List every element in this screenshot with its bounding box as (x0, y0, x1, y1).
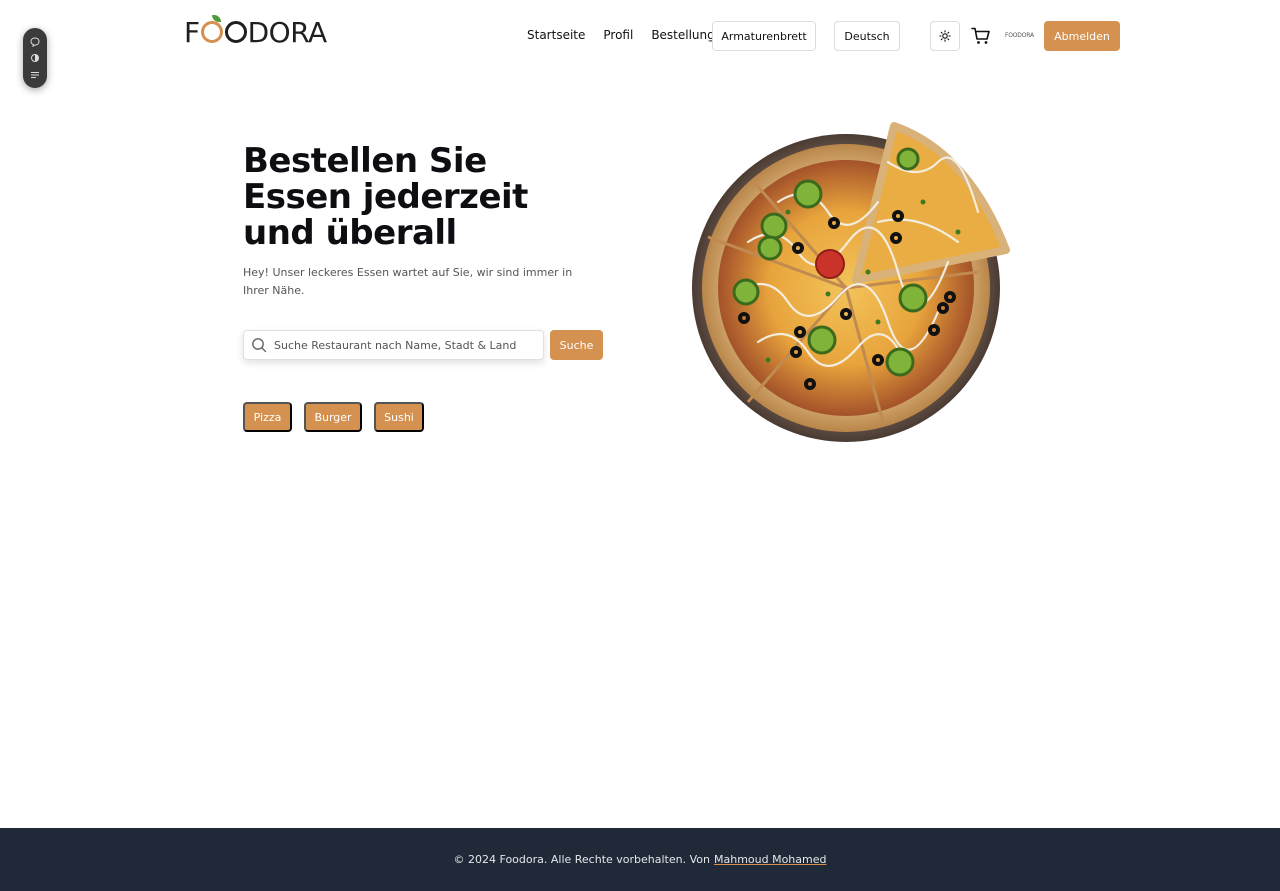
dashboard-button[interactable]: Armaturenbrett (712, 21, 816, 51)
category-sushi-button[interactable]: Sushi (374, 402, 424, 432)
language-button[interactable]: Deutsch (834, 21, 900, 51)
footer-copyright: © 2024 Foodora. Alle Rechte vorbehalten.… (453, 853, 710, 866)
logo-text: F DORA (184, 15, 328, 49)
logo-letter: F (184, 15, 200, 49)
hero-subtitle: Hey! Unser leckeres Essen wartet auf Sie… (243, 266, 573, 297)
logout-button[interactable]: Abmelden (1044, 21, 1120, 51)
cart-icon[interactable] (971, 27, 991, 45)
nav-item-profile[interactable]: Profil (603, 28, 633, 42)
hero-title: Bestellen Sie Essen jederzeit und überal… (243, 141, 528, 253)
logo-orange-ring (200, 15, 223, 43)
search-icon (244, 330, 274, 360)
avatar[interactable]: FOODORA (1005, 32, 1034, 39)
theme-toggle-button[interactable] (930, 21, 960, 51)
pizza-image (692, 122, 1010, 442)
logo-dark-ring (224, 21, 247, 43)
footer-author-link[interactable]: Mahmoud Mohamed (714, 853, 827, 866)
category-burger-button[interactable]: Burger (304, 402, 362, 432)
leaf-icon (211, 15, 221, 22)
nav-item-home[interactable]: Startseite (527, 28, 585, 42)
footer: © 2024 Foodora. Alle Rechte vorbehalten.… (0, 828, 1280, 891)
search-button[interactable]: Suche (550, 330, 603, 360)
logo[interactable]: F DORA (184, 14, 327, 50)
header: F DORA Startseite Profil Bestellung Arma… (0, 0, 1280, 72)
category-pizza-button[interactable]: Pizza (243, 402, 292, 432)
search-input[interactable] (274, 338, 534, 352)
logo-letters: DORA (247, 15, 328, 49)
main-nav: Startseite Profil Bestellung (527, 28, 715, 42)
sun-icon (939, 30, 951, 42)
search-box (243, 330, 544, 360)
nav-item-orders[interactable]: Bestellung (651, 28, 714, 42)
